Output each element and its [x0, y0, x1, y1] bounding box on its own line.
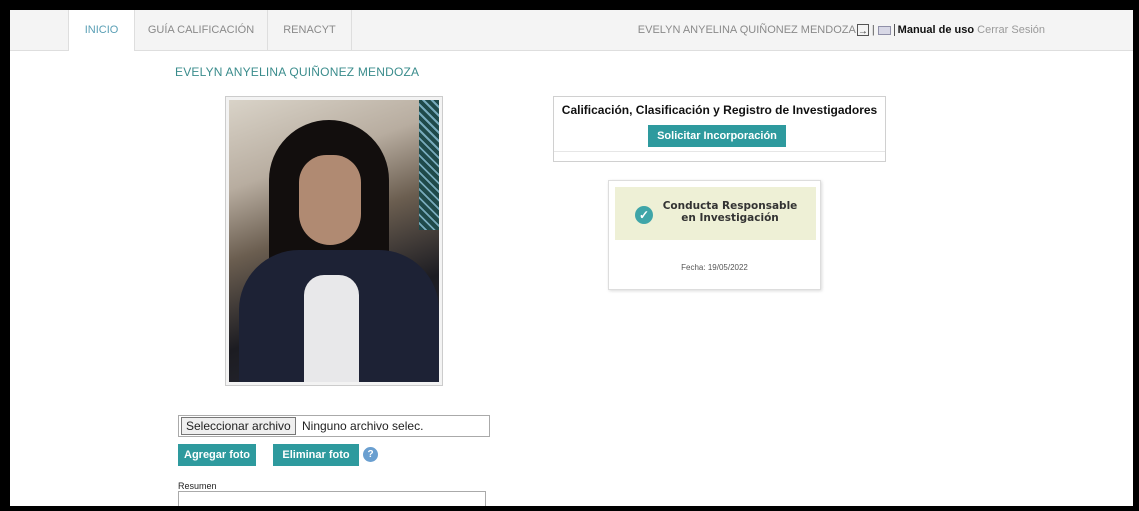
conducta-card[interactable]: ✓ Conducta Responsable en Investigación … — [608, 180, 821, 290]
logout-icon[interactable] — [856, 12, 869, 52]
mail-icon[interactable] — [877, 25, 891, 35]
delete-photo-button[interactable]: Eliminar foto — [273, 444, 359, 466]
card-divider — [554, 151, 885, 152]
check-icon: ✓ — [635, 206, 653, 224]
help-icon[interactable]: ? — [363, 447, 378, 462]
nav-separator: | — [871, 24, 875, 37]
page-frame: INICIO GUÍA CALIFICACIÓN RENACYT EVELYN … — [10, 10, 1133, 506]
tab-renacyt[interactable]: RENACYT — [268, 10, 352, 50]
manual-link[interactable]: Manual de uso — [893, 24, 975, 37]
tab-inicio[interactable]: INICIO — [68, 10, 135, 51]
photo-file-input[interactable]: Seleccionar archivo Ninguno archivo sele… — [178, 415, 490, 437]
photo-background-plant — [419, 100, 439, 230]
profile-photo — [229, 100, 439, 382]
conducta-title: Conducta Responsable en Investigación — [655, 200, 805, 224]
conducta-date: Fecha: 19/05/2022 — [681, 263, 748, 272]
profile-photo-frame — [225, 96, 443, 386]
solicitar-incorporacion-button[interactable]: Solicitar Incorporación — [648, 125, 786, 147]
calificacion-title: Calificación, Clasificación y Registro d… — [561, 103, 878, 117]
tab-guia-calificacion[interactable]: GUÍA CALIFICACIÓN — [135, 10, 268, 50]
profile-name: EVELYN ANYELINA QUIÑONEZ MENDOZA — [175, 65, 420, 79]
conducta-title-line1: Conducta Responsable — [662, 200, 798, 212]
calificacion-card: Calificación, Clasificación y Registro d… — [553, 96, 886, 162]
user-menu: EVELYN ANYELINA QUIÑONEZ MENDOZA | Manual … — [638, 10, 1045, 52]
resumen-label: Resumen — [178, 481, 217, 491]
resumen-textarea[interactable] — [178, 491, 486, 506]
nav-user-name[interactable]: EVELYN ANYELINA QUIÑONEZ MENDOZA — [638, 24, 856, 36]
conducta-banner: ✓ Conducta Responsable en Investigación — [615, 187, 816, 240]
top-navbar: INICIO GUÍA CALIFICACIÓN RENACYT EVELYN … — [10, 10, 1133, 52]
photo-face — [299, 155, 361, 245]
file-status-text: Ninguno archivo selec. — [302, 419, 424, 433]
add-photo-button[interactable]: Agregar foto — [178, 444, 256, 466]
select-file-button[interactable]: Seleccionar archivo — [181, 417, 296, 435]
conducta-title-line2: en Investigación — [681, 212, 779, 224]
photo-shirt — [304, 275, 359, 382]
logout-link[interactable]: Cerrar Sesión — [977, 24, 1045, 36]
